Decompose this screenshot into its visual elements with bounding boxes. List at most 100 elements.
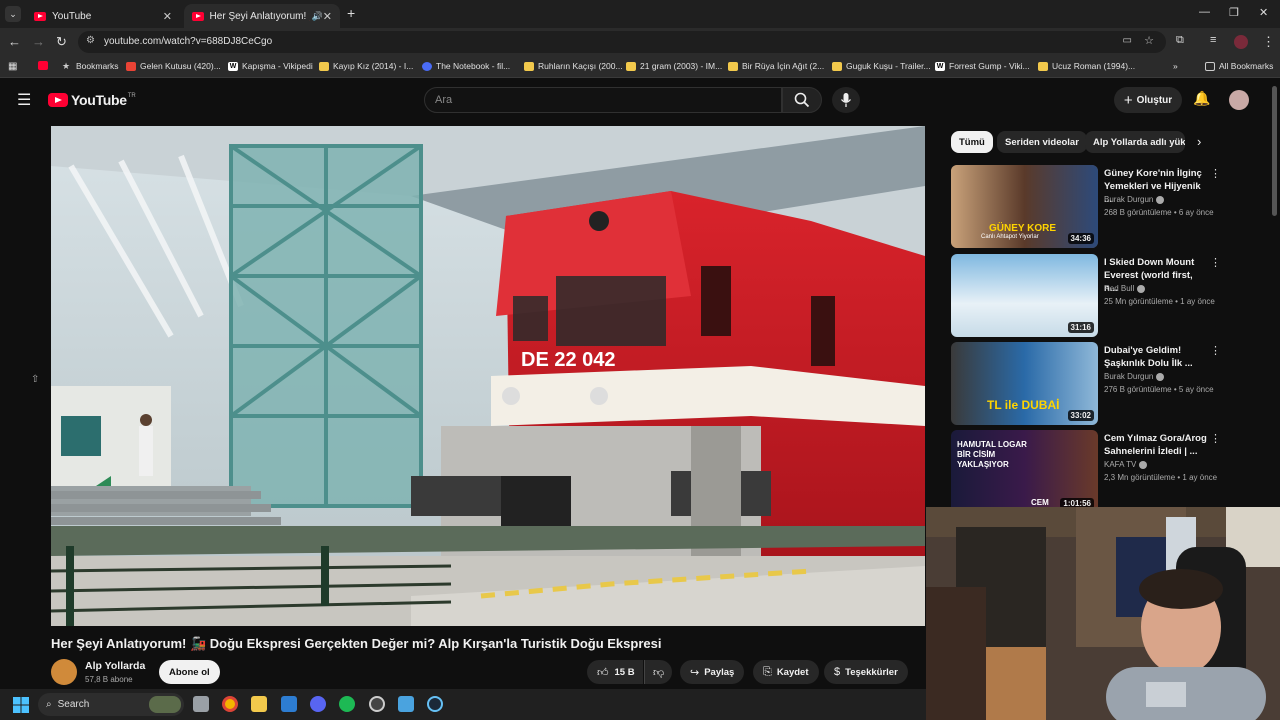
bookmark-item[interactable]: The Notebook - fil... bbox=[422, 61, 510, 71]
bookmark-label: Guguk Kuşu - Trailer... bbox=[846, 61, 931, 71]
thumbnail-text: HAMUTAL LOGAR BİR CİSİM YAKLAŞIYOR bbox=[957, 440, 1027, 469]
media-controls-icon[interactable]: ≡ bbox=[1210, 34, 1216, 46]
bookmark-item[interactable]: Gelen Kutusu (420)... bbox=[126, 61, 221, 71]
recommendation-channel[interactable]: Burak Durgun bbox=[1104, 372, 1165, 381]
windows-taskbar: ⌕ Search bbox=[0, 689, 926, 720]
bookmark-star-icon[interactable]: ☆ bbox=[1144, 34, 1154, 47]
all-bookmarks-folder[interactable]: All Bookmarks bbox=[1205, 61, 1273, 71]
more-options-icon[interactable]: ⋮ bbox=[1210, 167, 1221, 180]
bookmark-item[interactable]: Bir Rüya İçin Ağıt (2... bbox=[728, 61, 824, 71]
app-icon[interactable] bbox=[398, 696, 414, 712]
forward-icon[interactable]: → bbox=[32, 34, 45, 49]
taskbar-search[interactable]: ⌕ Search bbox=[38, 693, 184, 716]
chip-series[interactable]: Seriden videolar bbox=[997, 131, 1087, 153]
channel-name[interactable]: Alp Yollarda bbox=[85, 660, 145, 672]
restore-icon[interactable]: ❐ bbox=[1229, 6, 1239, 19]
recommendation-channel[interactable]: Burak Durgun bbox=[1104, 195, 1165, 204]
video-frame: DE 22 042 bbox=[51, 126, 925, 626]
chip-all[interactable]: Tümü bbox=[951, 131, 993, 153]
search-box bbox=[424, 87, 782, 113]
video-thumbnail[interactable]: GÜNEY KORE Canlı Ahtapot Yiyorlar 34:36 bbox=[951, 165, 1098, 248]
more-options-icon[interactable]: ⋮ bbox=[1210, 256, 1221, 269]
profile-avatar[interactable] bbox=[1234, 35, 1248, 49]
bookmark-item[interactable]: Ruhların Kaçışı (200... bbox=[524, 61, 623, 71]
close-tab-icon[interactable]: ✕ bbox=[323, 10, 332, 23]
bookmark-item[interactable]: 21 gram (2003) - IM... bbox=[626, 61, 722, 71]
more-bookmarks-icon[interactable]: » bbox=[1173, 61, 1178, 71]
search-button[interactable] bbox=[782, 87, 822, 113]
close-tab-icon[interactable]: ✕ bbox=[163, 10, 172, 23]
share-button[interactable]: ↪ Paylaş bbox=[680, 660, 745, 684]
reload-icon[interactable]: ↻ bbox=[56, 34, 67, 50]
recommendation-item[interactable]: TL ile DUBAİ 33:02 Dubai'ye Geldim! Şaşkı… bbox=[951, 342, 1231, 426]
tab-search-button[interactable]: ⌄ bbox=[5, 6, 21, 22]
video-player[interactable]: DE 22 042 bbox=[51, 126, 925, 626]
like-button[interactable]: 👍︎ 15 B bbox=[587, 660, 643, 684]
file-explorer-icon[interactable] bbox=[251, 696, 267, 712]
windows-start-icon[interactable] bbox=[13, 697, 29, 713]
tab-video-active[interactable]: Her Şeyi Anlatıyorum! 🚂 D 🔊 ✕ bbox=[184, 4, 340, 28]
mail-icon[interactable] bbox=[281, 696, 297, 712]
steam-icon[interactable] bbox=[427, 696, 443, 712]
task-view-icon[interactable] bbox=[193, 696, 209, 712]
chip-channel-uploads[interactable]: Alp Yollarda adlı yükl bbox=[1085, 131, 1185, 153]
site-info-icon[interactable]: ⚙ bbox=[86, 35, 95, 46]
site-icon bbox=[422, 61, 432, 71]
tab-youtube[interactable]: YouTube ✕ bbox=[26, 4, 180, 28]
chevron-right-icon[interactable]: › bbox=[1197, 134, 1201, 149]
channel-avatar[interactable] bbox=[51, 659, 77, 685]
voice-search-button[interactable] bbox=[832, 87, 860, 113]
bookmark-label: The Notebook - fil... bbox=[436, 61, 511, 71]
audio-playing-icon[interactable]: 🔊 bbox=[312, 11, 323, 22]
like-count: 15 B bbox=[614, 666, 635, 678]
create-button[interactable]: + Oluştur bbox=[1114, 87, 1182, 113]
spotify-icon[interactable] bbox=[339, 696, 355, 712]
recommendation-item[interactable]: HAMUTAL LOGAR BİR CİSİM YAKLAŞIYOR CEM 1… bbox=[951, 430, 1231, 514]
recommendation-channel[interactable]: KAFA TV bbox=[1104, 460, 1148, 469]
back-icon[interactable]: ← bbox=[8, 34, 21, 49]
bookmark-youtube[interactable] bbox=[38, 61, 52, 70]
gmail-icon bbox=[126, 61, 136, 71]
close-window-icon[interactable]: ✕ bbox=[1259, 6, 1268, 19]
obs-icon[interactable] bbox=[369, 696, 385, 712]
video-thumbnail[interactable]: TL ile DUBAİ 33:02 bbox=[951, 342, 1098, 425]
page-scrollbar[interactable] bbox=[1272, 86, 1277, 216]
notifications-bell-icon[interactable]: 🔔 bbox=[1193, 90, 1210, 107]
browser-menu-icon[interactable]: ⋮ bbox=[1262, 34, 1275, 50]
video-thumbnail[interactable]: HAMUTAL LOGAR BİR CİSİM YAKLAŞIYOR CEM 1… bbox=[951, 430, 1098, 513]
folder-icon bbox=[1205, 61, 1215, 71]
extensions-icon[interactable]: ⧉ bbox=[1176, 34, 1184, 47]
wikipedia-icon: W bbox=[935, 61, 945, 71]
recommendation-title[interactable]: Cem Yılmaz Gora/Arog Sahnelerini İzledi |… bbox=[1104, 432, 1209, 458]
youtube-logo[interactable]: YouTube TR bbox=[48, 92, 136, 108]
cast-icon[interactable]: ▭ bbox=[1123, 35, 1132, 46]
thanks-button[interactable]: $ Teşekkürler bbox=[824, 660, 908, 684]
video-thumbnail[interactable]: 31:16 bbox=[951, 254, 1098, 337]
chrome-icon[interactable] bbox=[222, 696, 238, 712]
new-tab-icon[interactable]: + bbox=[347, 5, 355, 21]
recommendation-channel[interactable]: Red Bull bbox=[1104, 284, 1146, 293]
user-avatar[interactable] bbox=[1229, 90, 1249, 110]
dislike-button[interactable]: 👎︎ bbox=[644, 660, 673, 684]
search-input[interactable] bbox=[425, 88, 781, 112]
bookmark-label: 21 gram (2003) - IM... bbox=[640, 61, 723, 71]
address-bar[interactable]: ⚙ youtube.com/watch?v=688DJ8CeCgo ▭ ☆ bbox=[78, 31, 1166, 53]
apps-grid-icon[interactable]: ▦ bbox=[8, 61, 17, 72]
recommendation-item[interactable]: GÜNEY KORE Canlı Ahtapot Yiyorlar 34:36 … bbox=[951, 165, 1231, 249]
bookmark-item[interactable]: Ucuz Roman (1994)... bbox=[1038, 61, 1135, 71]
more-options-icon[interactable]: ⋮ bbox=[1210, 344, 1221, 357]
bookmark-item[interactable]: ★ Bookmarks bbox=[62, 61, 119, 71]
discord-icon[interactable] bbox=[310, 696, 326, 712]
menu-hamburger-icon[interactable]: ☰ bbox=[17, 90, 31, 110]
search-icon: ⌕ bbox=[46, 699, 52, 710]
bookmark-item[interactable]: W Kapışma - Vikipedi bbox=[228, 61, 313, 71]
bookmark-item[interactable]: W Forrest Gump - Viki... bbox=[935, 61, 1030, 71]
save-button[interactable]: ⎘ Kaydet bbox=[753, 660, 819, 684]
bookmark-item[interactable]: Kayıp Kız (2014) - I... bbox=[319, 61, 413, 71]
more-options-icon[interactable]: ⋮ bbox=[1210, 432, 1221, 445]
minimize-icon[interactable]: — bbox=[1199, 6, 1210, 18]
recommendation-title[interactable]: Dubai'ye Geldim! Şaşkınlık Dolu İlk ... bbox=[1104, 344, 1209, 370]
recommendation-item[interactable]: 31:16 I Skied Down Mount Everest (world f… bbox=[951, 254, 1231, 338]
bookmark-item[interactable]: Guguk Kuşu - Trailer... bbox=[832, 61, 931, 71]
subscribe-button[interactable]: Abone ol bbox=[159, 660, 220, 684]
